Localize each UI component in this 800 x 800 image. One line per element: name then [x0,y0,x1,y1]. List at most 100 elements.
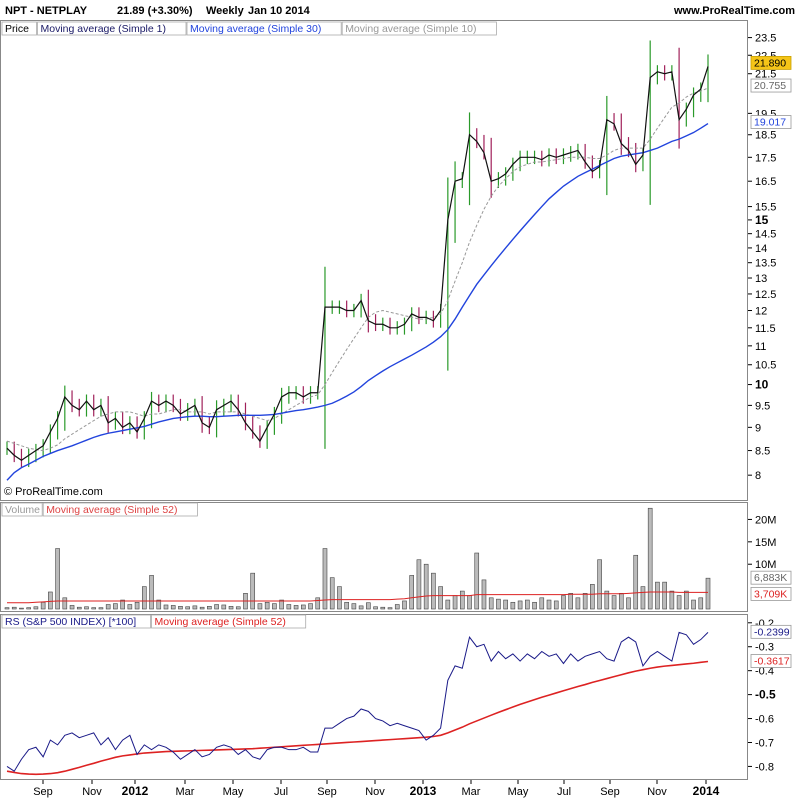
price-value-tags: 21.890 20.755 19.017 [750,56,792,129]
header-site: www.ProRealTime.com [673,5,795,17]
volume-bar [568,593,573,610]
volume-bar [676,595,682,610]
volume-bar [235,606,241,610]
header-date: Jan 10 2014 [248,5,311,17]
volume-bar [4,607,10,610]
copyright-label: © ProRealTime.com [4,486,103,498]
price-tick-label: 9 [755,422,761,434]
volume-bar [178,606,183,610]
volume-bar [98,607,104,610]
rs-tick-label: -0.8 [755,761,774,773]
rs-legend[interactable]: RS (S&P 500 INDEX) [*100] Moving average … [1,614,307,629]
volume-bar [445,599,451,610]
x-tick-label: 2014 [693,784,720,798]
chart-canvas[interactable]: NPT - NETPLAY 21.89 (+3.30%) Weekly Jan … [0,0,800,800]
volume-bar [618,593,624,610]
volume-bar [459,590,465,610]
volume-bar [113,603,118,610]
price-tick-label: 11 [755,341,766,353]
value-tag-label: 20.755 [754,80,786,92]
volume-bar [69,605,75,610]
volume-bar [84,606,89,610]
legend-label: Moving average (Simple 10) [345,23,476,35]
volume-bar [402,600,407,610]
volume-bar [26,607,31,610]
volume-bar [214,604,219,610]
volume-bar [199,606,205,610]
volume-bar [33,606,39,610]
volume-tick-label: 10M [755,559,776,571]
volume-bar [669,590,675,610]
price-legend[interactable]: Price Moving average (Simple 1) Moving ave… [1,21,497,36]
volume-bar [532,601,537,610]
price-tick-label: 17.5 [755,152,776,164]
volume-legend[interactable]: Volume Moving average (Simple 52) [1,502,198,517]
volume-bar [488,597,494,610]
value-tag-label: 19.017 [754,117,786,129]
legend-label: Moving average (Simple 1) [41,23,166,35]
price-tick-label: 14.5 [755,229,776,241]
volume-bar [300,604,306,610]
volume-bar [105,604,111,610]
rs-panel[interactable] [0,614,748,780]
volume-bar [308,603,313,610]
legend-label: Moving average (Simple 30) [190,23,321,35]
volume-bar [503,599,508,610]
price-tick-label: 10.5 [755,360,776,372]
price-tick-label: 16.5 [755,176,776,188]
volume-bar [163,604,169,610]
value-tag-label: -0.3617 [754,655,790,667]
rs-tick-label: -0.6 [755,714,774,726]
x-tick-label: Nov [365,786,385,798]
volume-bar [416,559,422,610]
volume-tick-label: 20M [755,514,776,526]
volume-bar [207,606,212,610]
volume-bar [366,602,371,610]
x-tick-label: Nov [82,786,102,798]
x-tick-label: Sep [600,786,620,798]
volume-bar [525,599,530,610]
volume-bar [149,575,154,610]
volume-bar [48,591,53,610]
volume-bar [438,586,443,610]
price-tick-label: 23.5 [755,33,776,45]
volume-bar [423,563,429,610]
x-tick-label: Nov [647,786,667,798]
rs-tick-label: -0.7 [755,737,774,749]
price-tick-label: 8.5 [755,446,770,458]
legend-label: Price [5,23,29,35]
volume-bar [192,605,198,610]
volume-bar [286,604,292,610]
volume-bar [264,601,270,610]
volume-bar [380,606,386,610]
volume-bar [351,603,357,610]
volume-bar [373,606,378,610]
volume-bar [127,604,133,610]
header-period: Weekly [206,5,245,17]
volume-bar [344,601,349,610]
volume-bar [293,605,299,610]
volume-bar [561,595,566,610]
volume-bar [684,590,689,610]
volume-bar [633,554,639,610]
price-tick-label: 12 [755,306,767,318]
price-panel[interactable] [0,20,748,501]
price-tick-label: 8 [755,470,761,482]
x-tick-label: Jul [557,786,571,798]
volume-bar [698,597,704,610]
price-tick-label: 10 [755,378,769,392]
volume-bar [134,601,140,610]
volume-bar [170,605,176,610]
volume-bar [19,607,24,610]
value-tag-label: 3,709K [754,588,787,600]
volume-bar [272,603,277,610]
rs-tick-label: -0.3 [755,642,774,654]
volume-bar [452,595,458,610]
volume-bar [228,606,234,610]
volume-bar [647,507,653,610]
x-tick-label: May [223,786,244,798]
volume-bar [257,603,263,610]
volume-bar [11,606,17,610]
price-tick-label: 11.5 [755,323,776,335]
volume-bar [517,600,523,610]
